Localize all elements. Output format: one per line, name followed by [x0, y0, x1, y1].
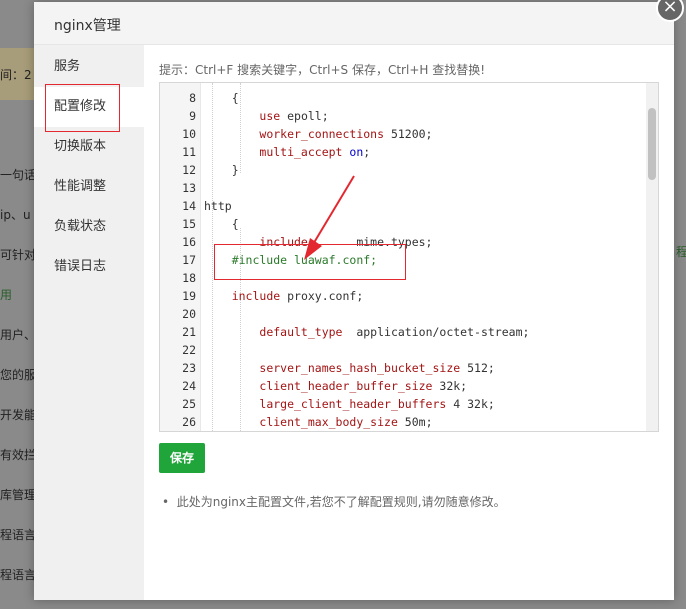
bg-text-right: 程 — [676, 245, 686, 259]
line-number: 21 — [182, 325, 196, 339]
bg-text: ip、u — [0, 208, 31, 222]
sidebar-item-error-log[interactable]: 错误日志 — [34, 247, 144, 287]
bg-text: 程语言 — [0, 568, 37, 582]
shortcut-hint: 提示：Ctrl+F 搜索关键字，Ctrl+S 保存，Ctrl+H 查找替换! — [159, 63, 486, 77]
code-line[interactable]: http — [204, 197, 232, 215]
code-line[interactable]: use epoll; — [204, 107, 328, 125]
dialog-title: nginx管理 — [54, 18, 121, 34]
line-number: 13 — [182, 181, 196, 195]
code-line[interactable]: client_header_buffer_size 32k; — [204, 377, 467, 395]
bg-text: 有效拦 — [0, 448, 37, 462]
bg-text: 间：2 — [0, 68, 32, 82]
line-number: 19 — [182, 289, 196, 303]
bg-text: 用户、 — [0, 328, 37, 342]
dialog-header: nginx管理 — [34, 2, 674, 45]
line-number: 14 — [182, 199, 196, 213]
line-number: 23 — [182, 361, 196, 375]
bg-text: 库管理 — [0, 488, 37, 502]
line-number: 26 — [182, 415, 196, 429]
line-number: 25 — [182, 397, 196, 411]
line-number: 20 — [182, 307, 196, 321]
editor-scrollbar[interactable] — [646, 83, 658, 431]
line-number: 17 — [182, 253, 196, 267]
bg-text: 程语言 — [0, 528, 37, 542]
code-line[interactable]: server_names_hash_bucket_size 512; — [204, 359, 494, 377]
code-line[interactable]: include proxy.conf; — [204, 287, 364, 305]
sidebar-item-version[interactable]: 切换版本 — [34, 127, 144, 167]
code-line[interactable]: client_max_body_size 50m; — [204, 413, 432, 431]
code-line[interactable]: multi_accept on; — [204, 143, 370, 161]
config-warning-text: 此处为nginx主配置文件,若您不了解配置规则,请勿随意修改。 — [176, 495, 506, 509]
line-number: 18 — [182, 271, 196, 285]
sidebar-item-service[interactable]: 服务 — [34, 47, 144, 87]
line-number: 16 — [182, 235, 196, 249]
annotation-box-config — [45, 84, 120, 132]
code-line[interactable]: large_client_header_buffers 4 32k; — [204, 395, 494, 413]
line-number: 11 — [182, 145, 196, 159]
annotation-box-luawaf — [214, 244, 406, 280]
code-line[interactable]: worker_connections 51200; — [204, 125, 432, 143]
bg-text: 用 — [0, 288, 13, 302]
sidebar-item-load-status[interactable]: 负载状态 — [34, 207, 144, 247]
sidebar-item-performance[interactable]: 性能调整 — [34, 167, 144, 207]
save-button[interactable]: 保存 — [159, 443, 205, 473]
editor-scroll-thumb[interactable] — [648, 108, 656, 180]
line-number: 10 — [182, 127, 196, 141]
line-number: 9 — [189, 109, 196, 123]
code-line[interactable]: { — [204, 89, 239, 107]
line-number: 24 — [182, 379, 196, 393]
code-line[interactable]: { — [204, 215, 239, 233]
line-number: 8 — [189, 91, 196, 105]
line-number: 15 — [182, 217, 196, 231]
code-line[interactable]: default_type application/octet-stream; — [204, 323, 529, 341]
code-line[interactable]: } — [204, 161, 239, 179]
line-number: 22 — [182, 343, 196, 357]
line-number: 12 — [182, 163, 196, 177]
config-warning-note: • 此处为nginx主配置文件,若您不了解配置规则,请勿随意修改。 — [162, 495, 506, 509]
